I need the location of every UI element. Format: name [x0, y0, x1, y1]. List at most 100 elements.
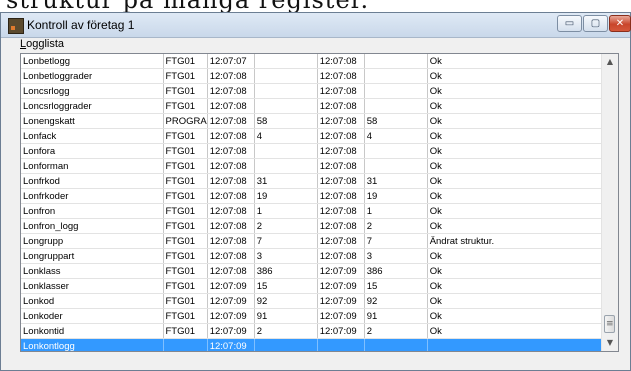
- table-row[interactable]: Lonkontlogg 12:07:09: [21, 338, 608, 351]
- cell-end-time: 12:07:09: [317, 308, 365, 324]
- logglista-label: Logglista: [20, 38, 64, 50]
- cell-count-before: [254, 54, 318, 69]
- cell-end-time: 12:07:08: [317, 173, 365, 189]
- cell-status: Ok: [427, 158, 608, 174]
- title-bar[interactable]: Kontroll av företag 1 ▭ ▢ ✕: [1, 13, 631, 38]
- cell-count-before: 91: [254, 308, 318, 324]
- cell-count-after: [364, 54, 428, 69]
- cell-end-time: [317, 338, 365, 351]
- cell-company: FTG01: [163, 143, 208, 159]
- cell-start-time: 12:07:08: [207, 218, 255, 234]
- table-row[interactable]: Lonklasser FTG01 12:07:09 15 12:07:09 15 Ok: [21, 278, 608, 294]
- table-row[interactable]: Lonfron_logg FTG01 12:07:08 2 12:07:08 2 Ok: [21, 218, 608, 234]
- cell-status: Ok: [427, 263, 608, 279]
- cell-company: FTG01: [163, 173, 208, 189]
- cell-status: Ok: [427, 218, 608, 234]
- cell-count-after: 4: [364, 128, 428, 144]
- close-button[interactable]: ✕: [609, 15, 631, 32]
- cell-table-name: Lonengskatt: [21, 113, 164, 129]
- cell-status: Ok: [427, 188, 608, 204]
- table-row[interactable]: Lonfrkod FTG01 12:07:08 31 12:07:08 31 Ok: [21, 173, 608, 189]
- scrollbar-thumb[interactable]: [604, 315, 615, 333]
- cell-count-before: [254, 83, 318, 99]
- cell-table-name: Loncsrloggrader: [21, 98, 164, 114]
- table-row[interactable]: Lonfora FTG01 12:07:08 12:07:08 Ok: [21, 143, 608, 159]
- table-row[interactable]: Longrupp FTG01 12:07:08 7 12:07:08 7 Ändrat st…: [21, 233, 608, 249]
- cell-start-time: 12:07:08: [207, 113, 255, 129]
- app-icon: [8, 18, 24, 34]
- log-list-grid[interactable]: Lonbetlogg FTG01 12:07:07 12:07:08 Ok Lonbetl…: [20, 53, 619, 352]
- scroll-down-arrow-icon[interactable]: ▼: [602, 335, 618, 351]
- table-row[interactable]: Loncsrloggrader FTG01 12:07:08 12:07:08 Ok: [21, 98, 608, 114]
- cell-start-time: 12:07:08: [207, 203, 255, 219]
- cell-table-name: Lonfrkod: [21, 173, 164, 189]
- maximize-button[interactable]: ▢: [583, 15, 608, 32]
- table-row[interactable]: Longruppart FTG01 12:07:08 3 12:07:08 3 Ok: [21, 248, 608, 264]
- cell-count-after: [364, 83, 428, 99]
- table-row[interactable]: Lonfrkoder FTG01 12:07:08 19 12:07:08 19 Ok: [21, 188, 608, 204]
- vertical-scrollbar[interactable]: ▲ ▼: [601, 54, 618, 351]
- cell-count-before: 92: [254, 293, 318, 309]
- cell-count-before: 19: [254, 188, 318, 204]
- cell-company: FTG01: [163, 278, 208, 294]
- cell-start-time: 12:07:08: [207, 128, 255, 144]
- cell-company: [163, 338, 208, 351]
- cell-count-before: [254, 158, 318, 174]
- table-row[interactable]: Lonkoder FTG01 12:07:09 91 12:07:09 91 Ok: [21, 308, 608, 324]
- cell-company: FTG01: [163, 83, 208, 99]
- cell-status: [427, 338, 608, 351]
- table-row[interactable]: Lonkod FTG01 12:07:09 92 12:07:09 92 Ok: [21, 293, 608, 309]
- table-row[interactable]: Lonklass FTG01 12:07:08 386 12:07:09 386 Ok: [21, 263, 608, 279]
- cell-company: FTG01: [163, 263, 208, 279]
- cell-count-after: [364, 98, 428, 114]
- logglista-label-rest: ogglista: [26, 38, 65, 50]
- cell-table-name: Loncsrlogg: [21, 83, 164, 99]
- scroll-up-arrow-icon[interactable]: ▲: [602, 54, 618, 70]
- cell-status: Ok: [427, 278, 608, 294]
- cell-start-time: 12:07:09: [207, 308, 255, 324]
- cell-table-name: Lonbetlogg: [21, 54, 164, 69]
- cell-count-before: 58: [254, 113, 318, 129]
- cell-status: Ok: [427, 173, 608, 189]
- cell-table-name: Lonkontlogg: [21, 338, 164, 351]
- control-dialog-window: Kontroll av företag 1 ▭ ▢ ✕ Logglista Lo…: [0, 12, 631, 371]
- cell-status: Ok: [427, 248, 608, 264]
- cell-company: FTG01: [163, 323, 208, 339]
- table-row[interactable]: Lonfron FTG01 12:07:08 1 12:07:08 1 Ok: [21, 203, 608, 219]
- cell-start-time: 12:07:09: [207, 293, 255, 309]
- cell-company: FTG01: [163, 308, 208, 324]
- cell-count-after: 15: [364, 278, 428, 294]
- table-row[interactable]: Lonkontid FTG01 12:07:09 2 12:07:09 2 Ok: [21, 323, 608, 339]
- cell-count-after: 386: [364, 263, 428, 279]
- cell-company: FTG01: [163, 293, 208, 309]
- cell-end-time: 12:07:08: [317, 54, 365, 69]
- cell-status: Ok: [427, 323, 608, 339]
- cell-start-time: 12:07:07: [207, 54, 255, 69]
- cell-table-name: Lonklass: [21, 263, 164, 279]
- cell-company: FTG01: [163, 188, 208, 204]
- cell-status: Ok: [427, 128, 608, 144]
- minimize-button[interactable]: ▭: [557, 15, 582, 32]
- cell-start-time: 12:07:08: [207, 83, 255, 99]
- cell-end-time: 12:07:08: [317, 98, 365, 114]
- cell-count-before: [254, 338, 318, 351]
- cell-company: FTG01: [163, 203, 208, 219]
- table-row[interactable]: Loncsrlogg FTG01 12:07:08 12:07:08 Ok: [21, 83, 608, 99]
- table-row[interactable]: Lonforman FTG01 12:07:08 12:07:08 Ok: [21, 158, 608, 174]
- table-row[interactable]: Lonengskatt PROGRA 12:07:08 58 12:07:08 58 Ok: [21, 113, 608, 129]
- cell-count-after: 19: [364, 188, 428, 204]
- window-title: Kontroll av företag 1: [27, 18, 135, 32]
- cell-company: FTG01: [163, 233, 208, 249]
- cell-start-time: 12:07:08: [207, 158, 255, 174]
- cell-start-time: 12:07:08: [207, 98, 255, 114]
- cell-company: FTG01: [163, 218, 208, 234]
- table-row[interactable]: Lonbetlogg FTG01 12:07:07 12:07:08 Ok: [21, 54, 608, 69]
- cell-start-time: 12:07:08: [207, 263, 255, 279]
- table-row[interactable]: Lonbetloggrader FTG01 12:07:08 12:07:08 Ok: [21, 68, 608, 84]
- cell-end-time: 12:07:08: [317, 188, 365, 204]
- cell-company: FTG01: [163, 68, 208, 84]
- cell-table-name: Lonfack: [21, 128, 164, 144]
- cell-start-time: 12:07:08: [207, 188, 255, 204]
- cell-count-after: 3: [364, 248, 428, 264]
- table-row[interactable]: Lonfack FTG01 12:07:08 4 12:07:08 4 Ok: [21, 128, 608, 144]
